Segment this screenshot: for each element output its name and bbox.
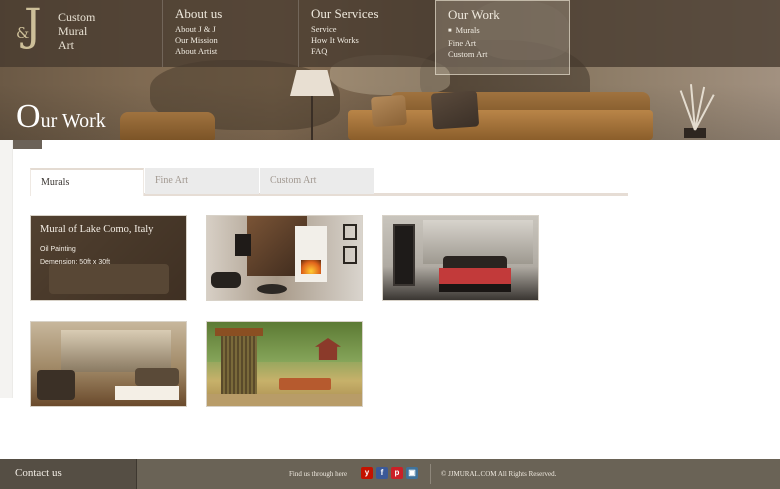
- chair: [211, 272, 241, 288]
- hero-banner: & J Custom Mural Art About us About J & …: [0, 0, 780, 140]
- floor-lamp-shade: [290, 70, 334, 96]
- gallery-item-overlay: Mural of Lake Como, Italy Oil Painting D…: [31, 216, 186, 300]
- nav-section-work: Our Work Murals Fine Art Custom Art: [435, 0, 570, 75]
- site-footer: Contact us Find us through here y f p ▣ …: [0, 459, 780, 489]
- gallery-tabs: Murals Fine Art Custom Art: [30, 168, 628, 196]
- contact-us-link[interactable]: Contact us: [15, 467, 62, 479]
- page-title-rest: ur Work: [40, 110, 106, 132]
- gallery-item-medium: Oil Painting: [40, 246, 76, 253]
- nav-section-services: Our Services Service How It Works FAQ: [298, 0, 435, 67]
- garden-furniture: [279, 378, 331, 390]
- logo-line: Custom: [58, 10, 96, 24]
- nav-link-our-mission[interactable]: Our Mission: [175, 35, 298, 46]
- frame-decor: [343, 246, 357, 264]
- gallery-item-garden-pavilion[interactable]: [206, 321, 363, 407]
- ottoman: [257, 284, 287, 294]
- stone-floor: [207, 394, 362, 406]
- nav-link-murals[interactable]: Murals: [448, 25, 569, 38]
- nav-link-faq[interactable]: FAQ: [311, 46, 435, 57]
- sofa-pillow: [430, 90, 480, 130]
- coffee-table: [115, 386, 179, 400]
- sofa: [135, 368, 179, 386]
- frame-decor: [343, 224, 357, 240]
- sofa: [37, 370, 75, 400]
- yelp-icon[interactable]: y: [361, 467, 373, 479]
- fireplace-fire: [301, 260, 321, 274]
- sofa-pillow: [370, 94, 408, 128]
- nav-title-work[interactable]: Our Work: [448, 7, 569, 23]
- top-navigation: & J Custom Mural Art About us About J & …: [0, 0, 780, 75]
- nav-title-about[interactable]: About us: [175, 6, 298, 22]
- page-title-initial: O: [16, 98, 41, 135]
- lounge-mural-image: [61, 330, 171, 372]
- logo-line: Mural: [58, 24, 88, 38]
- gallery-item-lake-como[interactable]: Mural of Lake Como, Italy Oil Painting D…: [30, 215, 187, 301]
- nav-link-service[interactable]: Service: [311, 24, 435, 35]
- logo-text: Custom Mural Art: [58, 10, 95, 52]
- nav-section-about: About us About J & J Our Mission About A…: [162, 0, 298, 67]
- gallery-item-dimension: Demension: 50ft x 30ft: [40, 259, 111, 266]
- find-us-label: Find us through here: [289, 470, 348, 478]
- gallery-item-bedroom[interactable]: [382, 215, 539, 301]
- gazebo-curtain: [221, 336, 257, 396]
- logo-letter: J: [24, 0, 42, 51]
- sofa-left: [120, 112, 215, 140]
- gallery-item-fireplace[interactable]: [206, 215, 363, 301]
- bed-base: [439, 284, 511, 292]
- gallery-item-lounge[interactable]: [30, 321, 187, 407]
- copyright-text: © JJMURAL.COM All Rights Reserved.: [441, 470, 557, 478]
- title-accent-bar: [13, 140, 42, 149]
- plant-leaf: [694, 86, 706, 131]
- tab-fine-art[interactable]: Fine Art: [145, 168, 259, 194]
- nav-link-custom-art[interactable]: Custom Art: [448, 49, 569, 60]
- pinterest-icon[interactable]: p: [391, 467, 403, 479]
- page-title: Our Work: [16, 98, 106, 136]
- nav-link-about-artist[interactable]: About Artist: [175, 46, 298, 57]
- nav-link-fine-art[interactable]: Fine Art: [448, 38, 569, 49]
- nav-link-how-it-works[interactable]: How It Works: [311, 35, 435, 46]
- gazebo-roof: [215, 328, 263, 336]
- pendant-lamp: [235, 234, 251, 256]
- left-side-strip: [0, 140, 13, 398]
- door: [393, 224, 415, 286]
- gallery-item-title: Mural of Lake Como, Italy: [40, 224, 154, 235]
- facebook-icon[interactable]: f: [376, 467, 388, 479]
- tab-custom-art[interactable]: Custom Art: [260, 168, 374, 194]
- instagram-icon[interactable]: ▣: [406, 467, 418, 479]
- nav-link-about-jj[interactable]: About J & J: [175, 24, 298, 35]
- site-logo[interactable]: & J Custom Mural Art: [14, 4, 144, 60]
- logo-line: Art: [58, 38, 74, 52]
- nav-title-services[interactable]: Our Services: [311, 6, 435, 22]
- logo-monogram: & J: [14, 4, 50, 60]
- tab-murals[interactable]: Murals: [30, 168, 144, 196]
- footer-divider: [430, 464, 431, 484]
- bed-spread: [439, 268, 511, 284]
